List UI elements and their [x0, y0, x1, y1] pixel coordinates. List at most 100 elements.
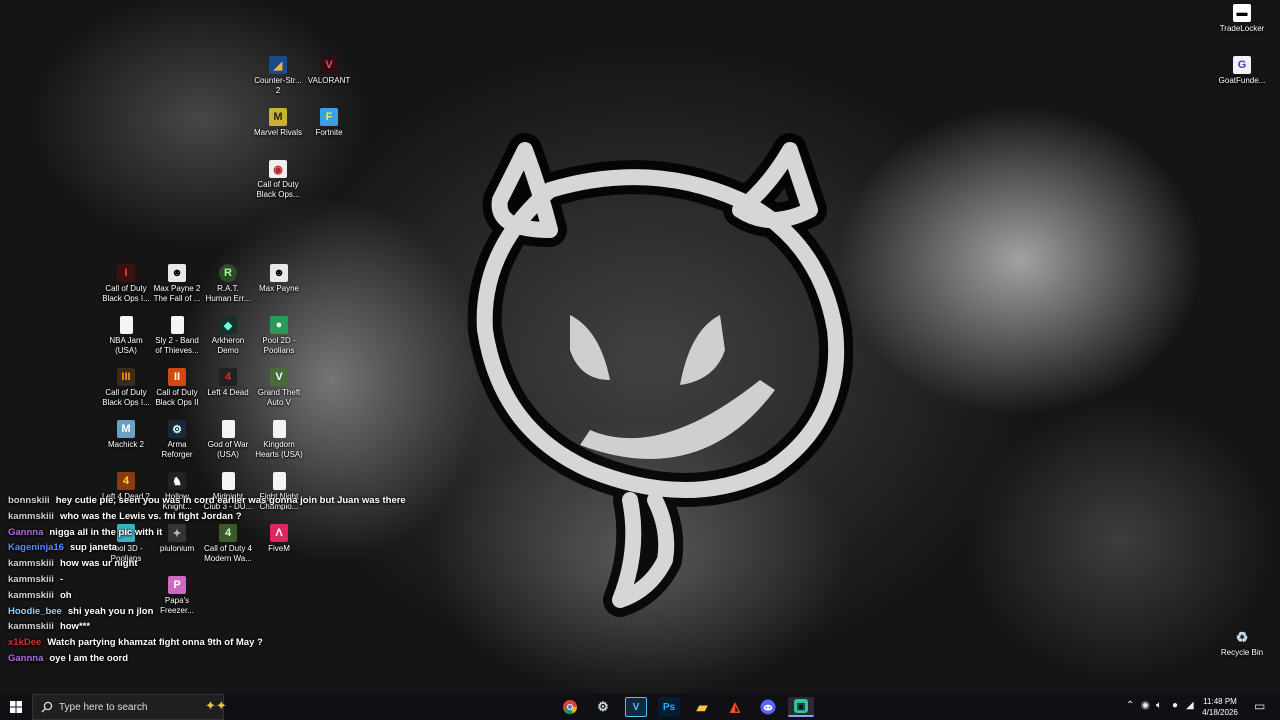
call-of-duty-icon: ◉ [269, 160, 287, 178]
tradelocker-icon: ▬ [1233, 4, 1251, 22]
vegas-icon[interactable]: V [625, 697, 647, 717]
valorant-icon: V [320, 56, 338, 74]
volume-icon[interactable]: 🔈︎ [1156, 700, 1162, 711]
desktop-icon-tradelocker[interactable]: ▬ TradeLocker [1214, 4, 1270, 34]
desktop-icon-arma-reforger[interactable]: ⚙ Arma Reforger [151, 420, 203, 460]
devil-smiley-wallpaper [467, 133, 854, 617]
marvel-rivals-icon: M [269, 108, 287, 126]
chat-text: oye I am the oord [49, 652, 129, 664]
counter-strike-icon: ◢ [269, 56, 287, 74]
chat-text: who was the Lewis vs. fni fight Jordan ? [59, 510, 242, 522]
desktop-icon-fortnite[interactable]: F Fortnite [303, 108, 355, 138]
brave-icon[interactable]: ◭ [724, 697, 746, 717]
desktop-icon-machick-2[interactable]: M Machick 2 [100, 420, 152, 450]
chat-text: oh [59, 589, 72, 601]
hollow-knight-icon: ♞ [168, 472, 186, 490]
left-4-dead-icon: 4 [117, 472, 135, 490]
chat-message: kammskiii how*** [8, 619, 468, 635]
chat-text: sup janeta [69, 542, 117, 554]
chat-text: hey cutie pie, seen you was in cord earl… [55, 495, 406, 506]
chat-text: shi yeah you n jlon [67, 605, 154, 617]
file-icon [119, 316, 133, 334]
desktop-icon-gta-v[interactable]: V Grand Theft Auto V [253, 368, 305, 408]
chat-message: kammskiii who was the Lewis vs. fni fight… [8, 509, 468, 525]
desktop-icon-kingdom-hearts[interactable]: Kingdom Hearts (USA) [253, 420, 305, 460]
desktop-icon-nba-jam[interactable]: NBA Jam (USA) [100, 316, 152, 356]
desktop-icon-rat[interactable]: R R.A.T. Human Err... [202, 264, 254, 304]
chat-message: Gannna nigga all in the pic with it [8, 525, 468, 541]
file-icon [221, 420, 235, 438]
desktop-icon-max-payne-2[interactable]: ☻ Max Payne 2 The Fall of ... [151, 264, 203, 304]
file-icon [272, 472, 286, 490]
left-4-dead-icon: 4 [219, 368, 237, 386]
desktop-icon-valorant[interactable]: V VALORANT [303, 56, 355, 86]
desktop-icon-goatfunded[interactable]: G GoatFunde... [1214, 56, 1270, 86]
chat-message: kammskiii - [8, 572, 468, 588]
desktop-icon-cod-black-ops[interactable]: ◉ Call of Duty Black Ops... [252, 160, 304, 200]
pool-icon: ● [270, 316, 288, 334]
desktop-icon-marvel-rivals[interactable]: M Marvel Rivals [252, 108, 304, 138]
chat-text: - [59, 573, 64, 585]
chat-username: kammskiii [8, 510, 54, 522]
network-icon[interactable]: ◢ [1186, 700, 1194, 711]
chat-text: how was ur night [59, 558, 138, 570]
search-icon [41, 701, 53, 713]
desktop-icon-sly-2[interactable]: Sly 2 - Band of Thieves... [151, 316, 203, 356]
start-button[interactable] [0, 694, 32, 720]
steam-icon[interactable]: ⚙ [592, 697, 614, 717]
streamlabs-icon[interactable]: ▣ [788, 697, 814, 717]
chat-text: nigga all in the pic with it [49, 526, 163, 538]
chevron-up-icon[interactable]: ⌃ [1126, 700, 1134, 711]
desktop-icon-left-4-dead[interactable]: 4 Left 4 Dead [202, 368, 254, 398]
desktop-icon-counter-strike-2[interactable]: ◢ Counter-Str... 2 [252, 56, 304, 96]
chat-message: bonnskiii hey cutie pie, seen you was in … [8, 493, 468, 509]
chat-message: Gannna oye I am the oord [8, 651, 468, 667]
machick-icon: M [117, 420, 135, 438]
desktop-icon-pool-2d[interactable]: ● Pool 2D - Poolians [253, 316, 305, 356]
call-of-duty-icon: I [117, 264, 135, 282]
desktop[interactable]: ◢ Counter-Str... 2 V VALORANT M Marvel R… [0, 0, 1280, 694]
call-of-duty-icon: III [117, 368, 135, 386]
rat-icon: R [219, 264, 237, 282]
chat-username: x1kDee [8, 637, 42, 649]
chat-username: kammskiii [8, 573, 54, 585]
microphone-icon[interactable]: ● [1172, 700, 1178, 711]
desktop-icon-cod-black-ops-2[interactable]: II Call of Duty Black Ops II [151, 368, 203, 408]
chat-username: bonnskiii [8, 495, 50, 506]
recycle-bin-icon: ♻ [1235, 628, 1249, 645]
desktop-icon-cod-black-ops-1[interactable]: I Call of Duty Black Ops I... [100, 264, 152, 304]
file-explorer-icon[interactable]: ▰ [691, 697, 713, 717]
desktop-icon-arkheron-demo[interactable]: ◆ Arkheron Demo [202, 316, 254, 356]
taskbar: Type here to search ✦✦ ⚙ V Ps ▰ ◭ ▣ ⌃ ◉ … [0, 694, 1280, 720]
chat-username: Kageninja16 [8, 542, 64, 554]
arkheron-icon: ◆ [219, 316, 237, 334]
chat-username: Gannna [8, 652, 44, 664]
chat-message: Kageninja16 sup janeta [8, 540, 468, 556]
fortnite-icon: F [320, 108, 338, 126]
chat-message: kammskiii oh [8, 588, 468, 604]
file-icon [170, 316, 184, 334]
search-box[interactable]: Type here to search ✦✦ [32, 694, 227, 720]
max-payne-icon: ☻ [168, 264, 186, 282]
clock[interactable]: 11:48 PM 4/18/2026 [1196, 696, 1244, 718]
desktop-icon-recycle-bin[interactable]: ♻ Recycle Bin [1214, 628, 1270, 658]
call-of-duty-icon: II [168, 368, 186, 386]
windows-icon [10, 701, 22, 713]
chrome-icon[interactable] [559, 697, 581, 717]
tray-app-icon[interactable]: ◉ [1141, 700, 1150, 711]
gta-icon: V [270, 368, 288, 386]
file-icon [221, 472, 235, 490]
clock-date: 4/18/2026 [1202, 708, 1238, 717]
desktop-icon-max-payne[interactable]: ☻ Max Payne [253, 264, 305, 294]
desktop-icon-god-of-war[interactable]: God of War (USA) [202, 420, 254, 460]
desktop-icon-cod-black-ops-iii[interactable]: III Call of Duty Black Ops I... [100, 368, 152, 408]
photoshop-icon[interactable]: Ps [658, 697, 680, 717]
clock-time: 11:48 PM [1203, 697, 1237, 706]
notification-icon[interactable]: ▭ [1254, 699, 1265, 713]
chat-username: kammskiii [8, 589, 54, 601]
chat-username: kammskiii [8, 621, 54, 633]
max-payne-icon: ☻ [270, 264, 288, 282]
discord-icon[interactable] [757, 697, 779, 717]
chat-message: kammskiii how was ur night [8, 556, 468, 572]
chat-text: how*** [59, 621, 91, 633]
